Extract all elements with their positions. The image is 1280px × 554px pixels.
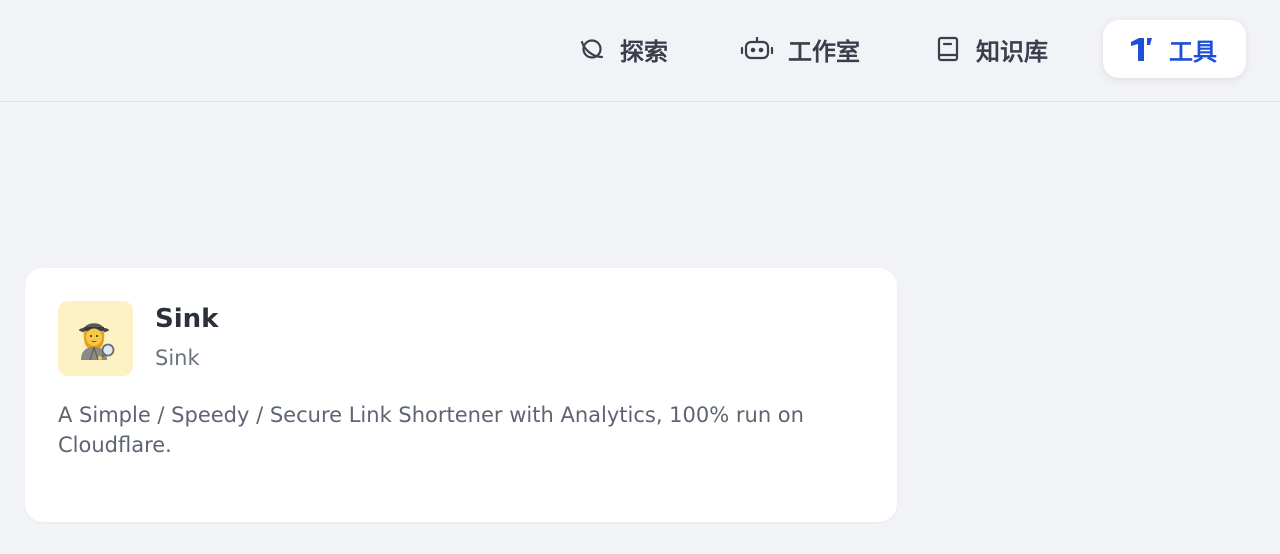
nav-item-studio[interactable]: 工作室 [740,20,860,78]
nav-item-explore[interactable]: 探索 [578,20,668,78]
nav-item-tools[interactable]: 工具 [1103,20,1246,78]
nav-item-knowledge[interactable]: 知识库 [934,20,1048,78]
nav-item-label: 知识库 [976,37,1048,66]
tool-avatar [58,301,133,376]
planet-icon [578,35,606,63]
nav-item-label: 探索 [620,37,668,66]
tool-title: Sink [155,304,219,334]
nav-item-label: 工具 [1169,37,1217,66]
top-nav-bar: 探索 工作室 知识库 工具 [0,0,1280,102]
book-icon [934,35,962,63]
nav-item-label: 工作室 [788,37,860,66]
robot-icon [740,35,774,63]
tool-description: A Simple / Speedy / Secure Link Shortene… [58,403,804,457]
tool-card[interactable]: Sink Sink A Simple / Speedy / Secure Lin… [25,268,897,522]
tool-subtitle: Sink [155,346,200,370]
detective-icon [78,322,114,360]
tool-logo-icon [1127,35,1155,63]
